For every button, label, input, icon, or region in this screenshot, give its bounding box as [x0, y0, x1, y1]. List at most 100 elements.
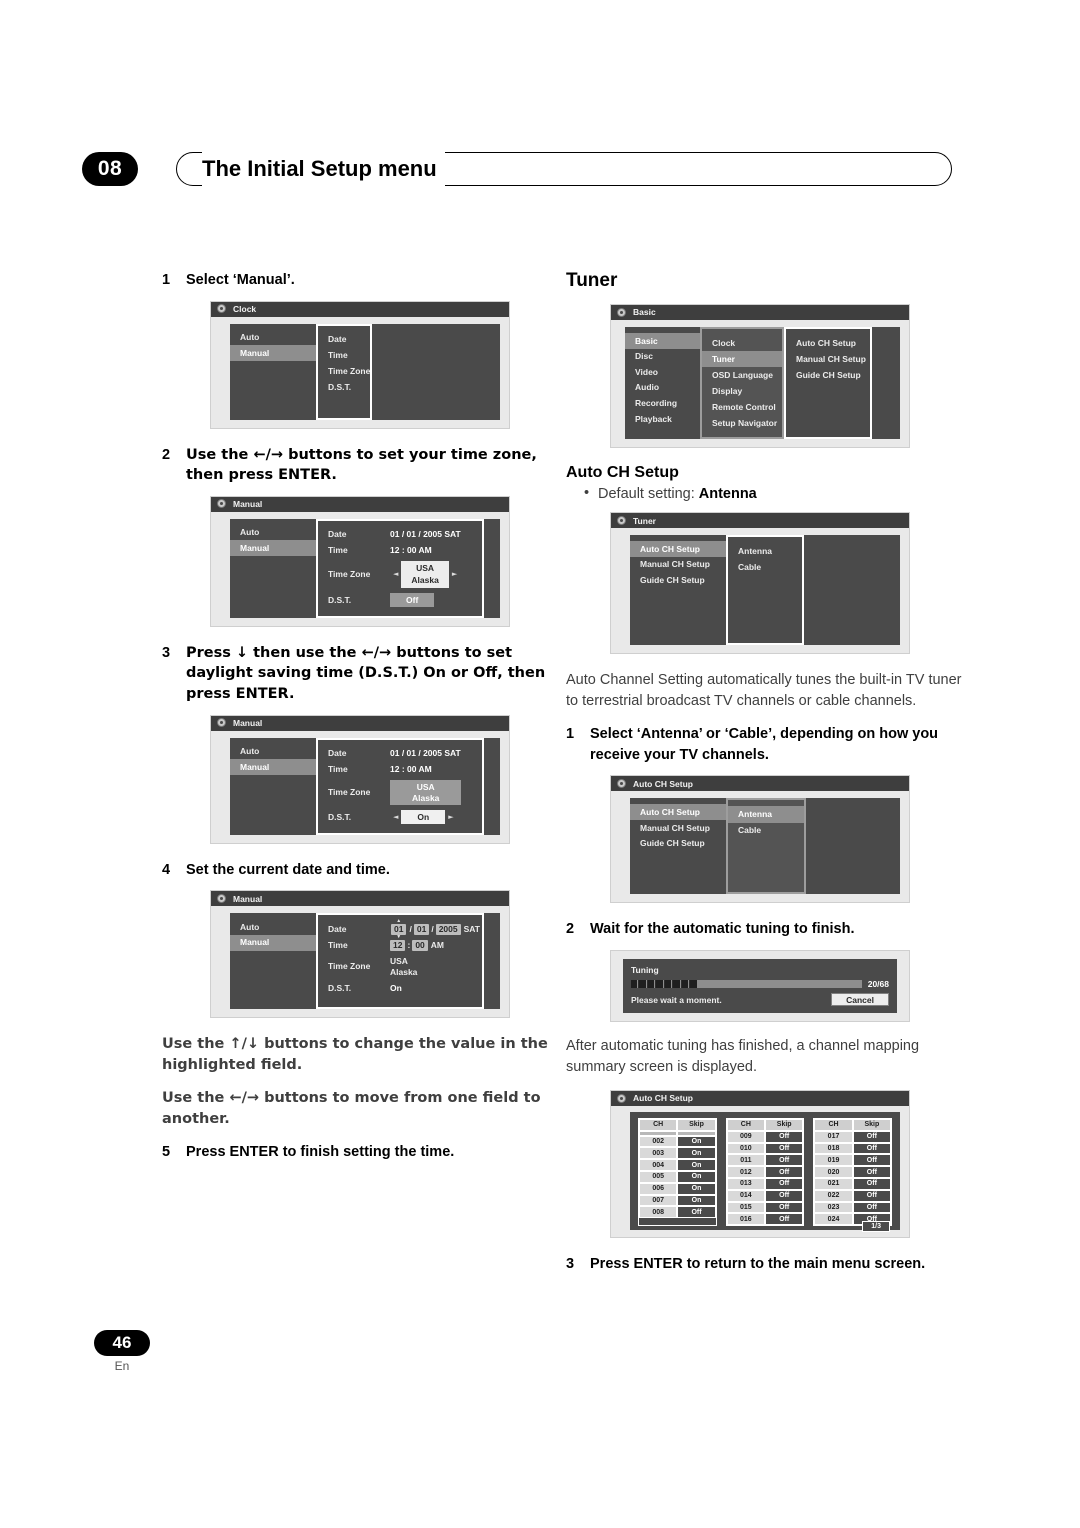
table-row[interactable]: 008 Off	[639, 1206, 716, 1219]
table-row[interactable]: 016 Off	[726, 1213, 804, 1226]
setting-row-timezone[interactable]: Time Zone ◄ USA Alaska ►	[318, 559, 482, 591]
menu-item-manual-ch-setup[interactable]: Manual CH Setup	[786, 351, 870, 367]
right-arrow-icon[interactable]: ►	[445, 813, 456, 822]
setting-label-dst: D.S.T.	[328, 983, 352, 994]
table-row[interactable]: 007 On	[639, 1194, 716, 1207]
table-row[interactable]: 011 Off	[726, 1154, 804, 1167]
date-separator-1: /	[409, 923, 412, 934]
cell-skip: Off	[852, 1201, 892, 1214]
timezone-selector[interactable]: USA Alaska	[390, 780, 462, 806]
setting-row-time[interactable]: Time 12 : 00 AM	[318, 762, 482, 778]
sidebar-item-audio[interactable]: Audio	[625, 380, 700, 396]
ch-table-block-2: CH Skip 009 Off 010 Off 011 Off 012 Off …	[725, 1118, 805, 1227]
option-cable[interactable]: Cable	[728, 823, 804, 839]
menu-item-manual-ch-setup[interactable]: Manual CH Setup	[630, 820, 726, 836]
right-step-2: 2 Wait for the automatic tuning to finis…	[566, 919, 966, 940]
setting-row-dst[interactable]: D.S.T. ◄ On ►	[318, 808, 482, 827]
menu-item-auto-ch-setup[interactable]: Auto CH Setup	[630, 804, 726, 821]
time-meridiem-value: AM	[430, 939, 445, 950]
left-arrow-icon[interactable]: ◄	[390, 570, 401, 579]
menu-item-auto-ch-setup[interactable]: Auto CH Setup	[786, 335, 870, 351]
table-row[interactable]: 020 Off	[814, 1166, 892, 1178]
setting-row-timezone[interactable]: Time Zone USA Alaska	[318, 778, 482, 808]
table-header-row: CH Skip	[814, 1119, 892, 1131]
menu-item-setup-navigator[interactable]: Setup Navigator	[702, 415, 782, 431]
table-row[interactable]: 002 On	[639, 1135, 716, 1148]
table-row[interactable]: 014 Off	[726, 1189, 804, 1202]
option-cable[interactable]: Cable	[728, 559, 802, 575]
table-row[interactable]: 003 On	[639, 1147, 716, 1160]
table-row[interactable]: 013 Off	[726, 1177, 804, 1190]
menu-item-auto[interactable]: Auto	[230, 919, 316, 935]
left-arrow-icon[interactable]: ◄	[390, 813, 401, 822]
table-row[interactable]: 017 Off	[814, 1130, 892, 1143]
table-row[interactable]: 006 On	[639, 1182, 716, 1195]
menu-item-guide-ch-setup[interactable]: Guide CH Setup	[630, 573, 726, 589]
menu-item-auto-ch-setup[interactable]: Auto CH Setup	[630, 541, 726, 557]
left-step-4-text: Set the current date and time.	[186, 861, 390, 878]
table-row[interactable]: 010 Off	[726, 1142, 804, 1155]
time-hour-value[interactable]: 12	[390, 939, 406, 951]
progress-bar	[631, 980, 862, 989]
menu-item-display[interactable]: Display	[702, 383, 782, 399]
option-antenna[interactable]: Antenna	[728, 806, 804, 823]
menu-item-clock[interactable]: Clock	[702, 335, 782, 351]
date-day-value[interactable]: 01	[413, 923, 430, 935]
setting-row-dst[interactable]: D.S.T. Off	[318, 591, 482, 610]
cancel-button[interactable]: Cancel	[831, 993, 889, 1007]
sidebar-item-video[interactable]: Video	[625, 364, 700, 380]
ch-summary-table: CH Skip 002 On 003 On 004 On 005 On 006 …	[630, 1112, 900, 1233]
table-row[interactable]: 009 Off	[726, 1130, 804, 1143]
table-row[interactable]: 022 Off	[814, 1189, 892, 1202]
dst-value[interactable]: Off	[390, 593, 435, 608]
setting-row-time[interactable]: Time 12 : 00 AM	[318, 543, 482, 559]
time-minute-value[interactable]: 00	[412, 939, 428, 951]
setting-row-time[interactable]: Time	[318, 348, 370, 364]
setting-row-date[interactable]: Date 01 / 01 / 2005 SAT	[318, 746, 482, 762]
menu-item-guide-ch-setup[interactable]: Guide CH Setup	[786, 367, 870, 383]
table-row[interactable]: 004 On	[639, 1159, 716, 1171]
timezone-selector[interactable]: USA Alaska	[401, 561, 449, 589]
right-arrow-icon[interactable]: ►	[449, 570, 460, 579]
menu-item-manual[interactable]: Manual	[230, 540, 316, 556]
setting-row-date[interactable]: Date 01 / 01 / 2005 SAT	[318, 527, 482, 543]
date-weekday-value: SAT	[463, 923, 480, 934]
menu-item-auto[interactable]: Auto	[230, 525, 316, 541]
table-row[interactable]: 012 Off	[726, 1166, 804, 1178]
dst-value[interactable]: On	[401, 810, 446, 825]
table-row[interactable]: 021 Off	[814, 1177, 892, 1190]
menu-item-auto[interactable]: Auto	[230, 330, 316, 346]
setting-row-timezone[interactable]: Time Zone	[318, 364, 370, 380]
left-step-1-number: 1	[162, 272, 171, 288]
date-year-value[interactable]: 2005	[435, 923, 461, 935]
cell-skip: Off	[852, 1130, 892, 1143]
sidebar-item-disc[interactable]: Disc	[625, 349, 700, 365]
setting-row-dst[interactable]: D.S.T. On	[318, 981, 482, 997]
menu-item-auto[interactable]: Auto	[230, 744, 316, 760]
table-row[interactable]: 023 Off	[814, 1201, 892, 1214]
sidebar-item-recording[interactable]: Recording	[625, 396, 700, 412]
sidebar-item-playback[interactable]: Playback	[625, 411, 700, 427]
setting-row-date[interactable]: Date 01 / 01 / 2005 SAT	[318, 921, 482, 937]
table-row[interactable]: 018 Off	[814, 1142, 892, 1155]
menu-item-remote-control[interactable]: Remote Control	[702, 399, 782, 415]
menu-item-manual-ch-setup[interactable]: Manual CH Setup	[630, 557, 726, 573]
menu-item-guide-ch-setup[interactable]: Guide CH Setup	[630, 836, 726, 852]
menu-item-manual[interactable]: Manual	[230, 934, 316, 951]
menu-item-manual[interactable]: Manual	[230, 759, 316, 775]
table-row[interactable]: 015 Off	[726, 1201, 804, 1214]
setting-row-dst[interactable]: D.S.T.	[318, 380, 370, 396]
page-footer: 46 En	[82, 1330, 162, 1373]
table-row[interactable]: 019 Off	[814, 1154, 892, 1167]
cell-ch: 005	[639, 1170, 678, 1183]
menu-item-manual[interactable]: Manual	[230, 345, 316, 361]
option-antenna[interactable]: Antenna	[728, 543, 802, 559]
sidebar-item-basic[interactable]: Basic	[625, 333, 700, 349]
table-row[interactable]: 005 On	[639, 1170, 716, 1183]
setting-row-date[interactable]: Date	[318, 332, 370, 348]
menu-item-tuner[interactable]: Tuner	[702, 351, 782, 368]
setting-row-timezone[interactable]: Time Zone USA Alaska	[318, 953, 482, 980]
date-month-stepper[interactable]: 01	[390, 923, 407, 935]
osd-tuner-screen: Tuner Auto CH Setup Manual CH Setup Guid…	[610, 512, 910, 655]
menu-item-osd-language[interactable]: OSD Language	[702, 367, 782, 383]
